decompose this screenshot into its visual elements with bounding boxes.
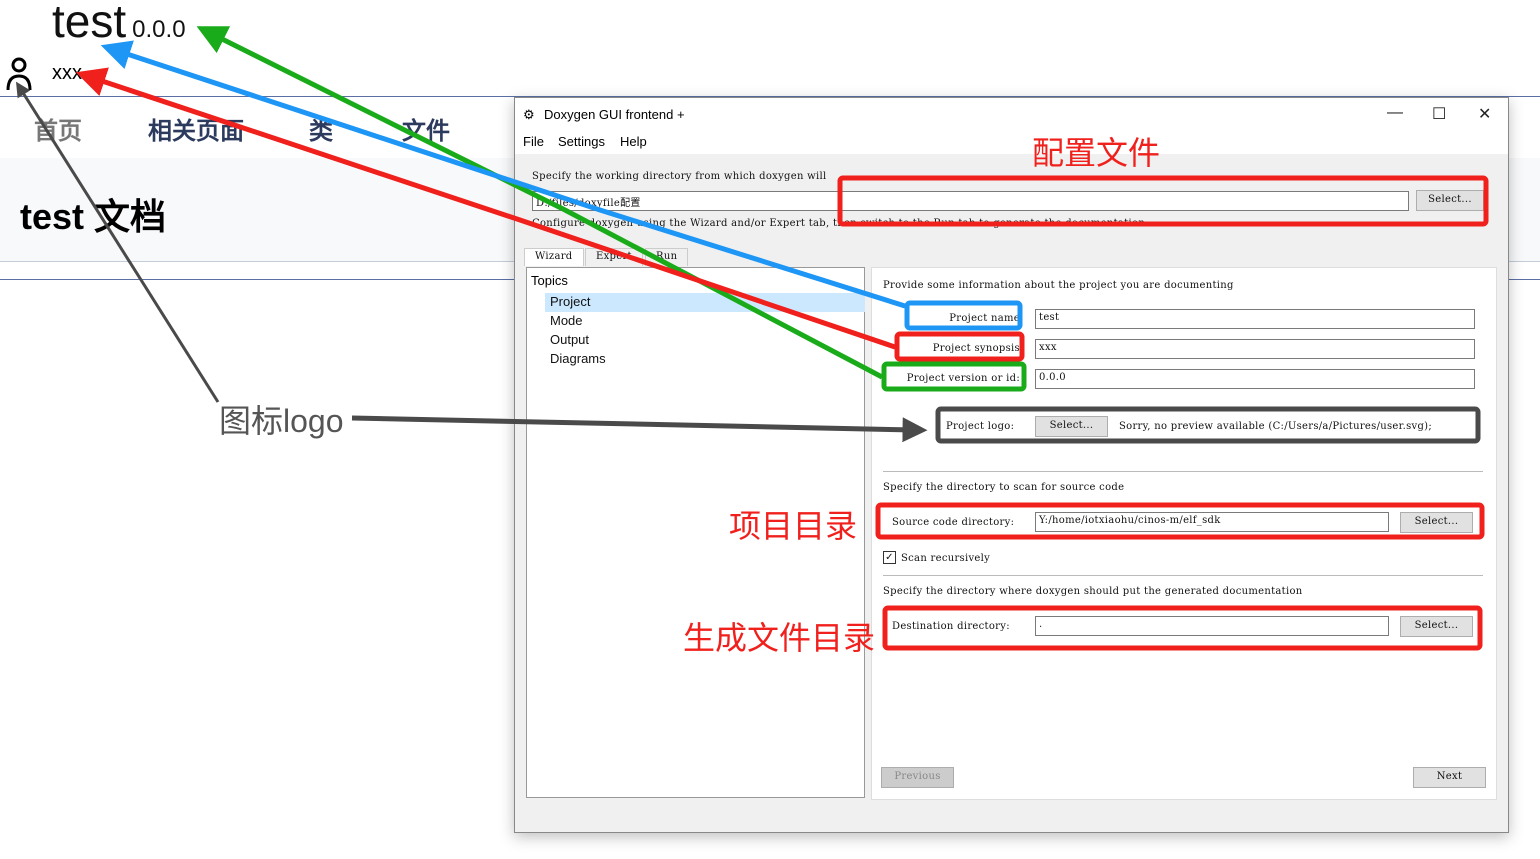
highlight-project-version bbox=[881, 361, 1027, 392]
annotation-logo: 图标logo bbox=[219, 403, 344, 439]
annotation-output-dir: 生成文件目录 bbox=[683, 620, 876, 656]
highlight-source-dir bbox=[875, 502, 1485, 540]
arrow-gray-icon bbox=[15, 81, 220, 403]
annotation-config-file: 配置文件 bbox=[1032, 135, 1161, 171]
arrow-gray-logo bbox=[351, 415, 928, 443]
arrow-red bbox=[75, 67, 896, 350]
highlight-project-logo bbox=[935, 406, 1481, 444]
highlight-dest-dir bbox=[882, 605, 1483, 651]
highlight-project-synopsis bbox=[894, 331, 1025, 362]
arrow-green bbox=[196, 26, 884, 380]
highlight-config-file bbox=[837, 175, 1489, 227]
highlight-project-name bbox=[904, 300, 1023, 331]
arrow-blue bbox=[100, 40, 906, 309]
annotation-project-dir: 项目目录 bbox=[729, 508, 858, 544]
